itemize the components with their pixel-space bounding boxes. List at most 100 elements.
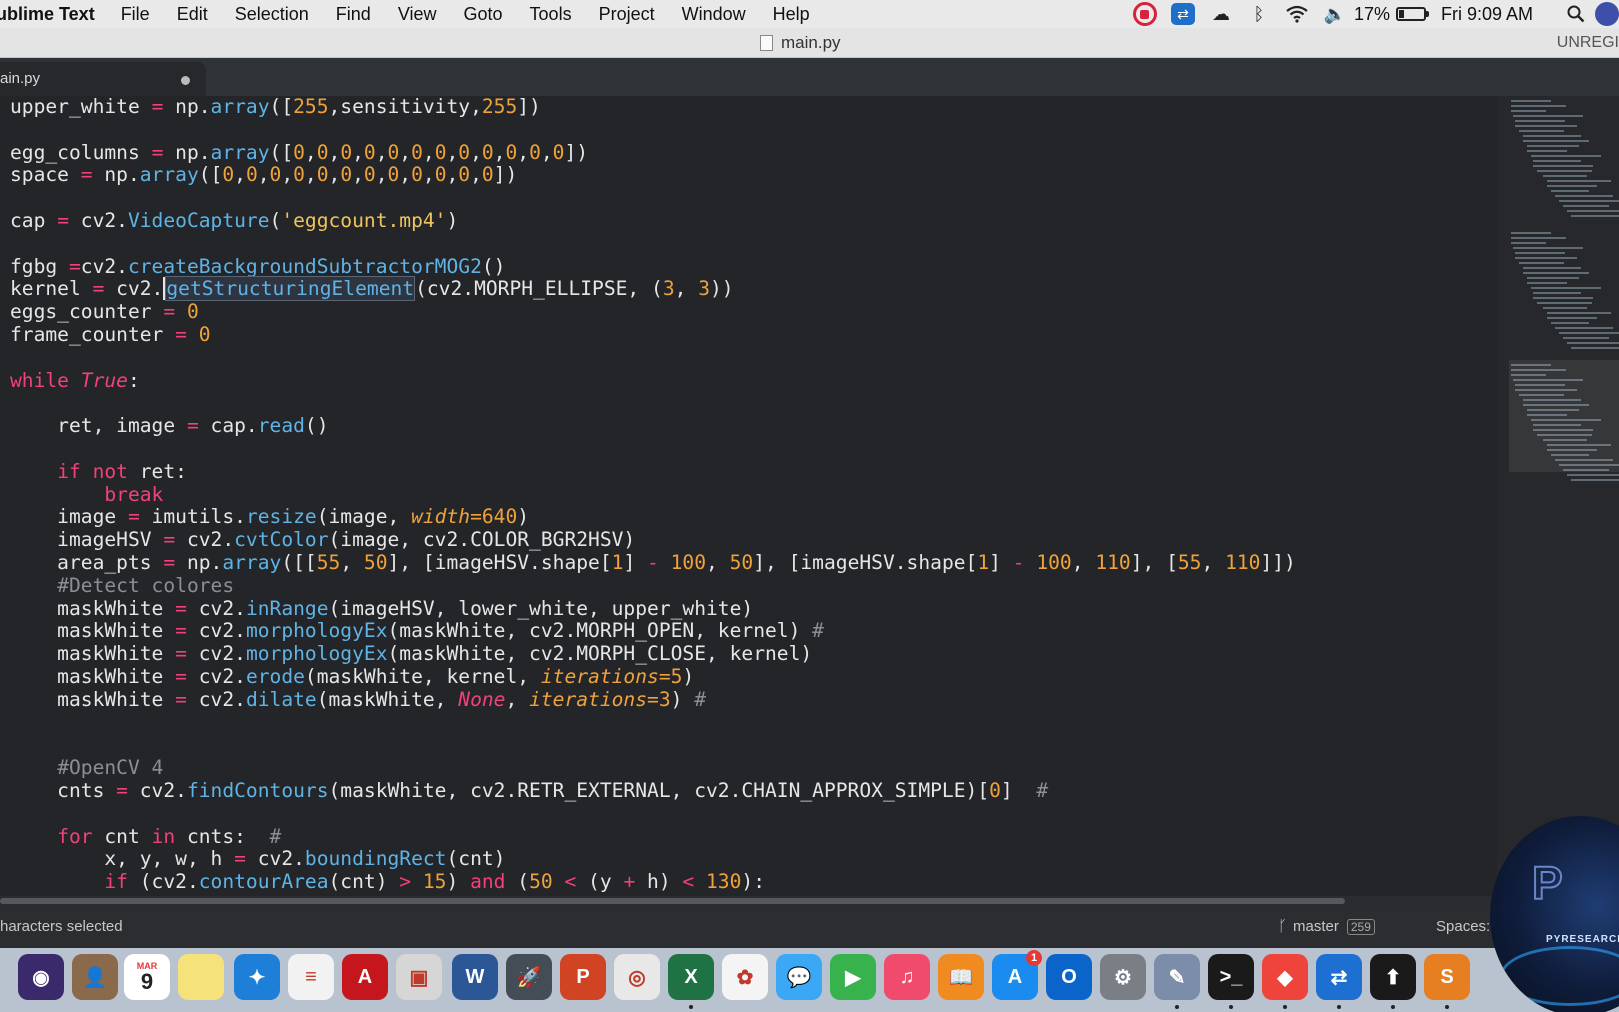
code-line[interactable] (10, 119, 1296, 142)
horizontal-scrollbar[interactable] (0, 896, 1497, 906)
scrollbar-thumb[interactable] (0, 898, 1345, 904)
terminal-dock-icon[interactable]: >_ (1208, 954, 1254, 1000)
battery-icon[interactable]: 17% (1354, 4, 1429, 25)
menu-goto[interactable]: Goto (464, 4, 503, 25)
messages-dock-icon[interactable]: 💬 (776, 954, 822, 1000)
contacts-dock-icon[interactable]: 👤 (72, 954, 118, 1000)
code-line[interactable]: maskWhite = cv2.morphologyEx(maskWhite, … (10, 642, 1296, 666)
minimap-line (1511, 242, 1546, 244)
code-line[interactable]: imageHSV = cv2.cvtColor(image, cv2.COLOR… (10, 528, 1296, 552)
code-line[interactable]: x, y, w, h = cv2.boundingRect(cnt) (10, 847, 1296, 871)
word-dock-icon[interactable]: W (452, 954, 498, 1000)
code-line[interactable] (10, 803, 1296, 826)
code-line[interactable]: maskWhite = cv2.erode(maskWhite, kernel,… (10, 665, 1296, 689)
code-line[interactable]: cnts = cv2.findContours(maskWhite, cv2.R… (10, 779, 1296, 803)
code-line[interactable]: frame_counter = 0 (10, 323, 1296, 347)
system-preferences-dock-icon[interactable]: ⚙ (1100, 954, 1146, 1000)
git-branch[interactable]: ᚴ master 259 (1278, 918, 1375, 935)
app-store-dock-icon[interactable]: A1 (992, 950, 1042, 1000)
code-line[interactable]: area_pts = np.array([[55, 50], [imageHSV… (10, 551, 1296, 575)
tab-main-py[interactable]: ain.py (0, 62, 206, 96)
code-line[interactable] (10, 347, 1296, 370)
code-line[interactable]: fgbg =cv2.createBackgroundSubtractorMOG2… (10, 255, 1296, 279)
chrome-dock-icon[interactable]: ◎ (614, 954, 660, 1000)
code-line[interactable]: break (10, 483, 1296, 507)
minimap-line (1537, 170, 1592, 172)
teamviewer-icon[interactable]: ⇄ (1170, 3, 1196, 25)
xcode-preview-dock-icon[interactable]: ✎ (1154, 954, 1200, 1000)
window-title-bar: main.py UNREGI (0, 28, 1619, 58)
unsaved-dot-icon[interactable] (181, 76, 190, 85)
menu-window[interactable]: Window (682, 4, 746, 25)
safari-dock-icon[interactable]: ✦ (234, 954, 280, 1000)
wifi-icon[interactable] (1284, 3, 1310, 25)
code-line[interactable]: image = imutils.resize(image, width=640) (10, 505, 1296, 529)
menu-selection[interactable]: Selection (235, 4, 309, 25)
teamviewer-dock-icon[interactable]: ⇄ (1316, 954, 1362, 1000)
minimap-line (1513, 115, 1583, 117)
tab-bar: ain.py (0, 58, 1619, 96)
code-editor[interactable]: upper_white = np.array([255,sensitivity,… (0, 96, 1497, 896)
menu-project[interactable]: Project (599, 4, 655, 25)
menu-view[interactable]: View (398, 4, 437, 25)
volume-icon[interactable]: 🔈 (1322, 3, 1348, 25)
facetime-dock-icon[interactable]: ▶ (830, 954, 876, 1000)
minimap-viewport[interactable] (1509, 360, 1619, 472)
record-icon[interactable] (1132, 2, 1158, 26)
code-line[interactable] (10, 233, 1296, 256)
code-line[interactable]: #OpenCV 4 (10, 756, 1296, 780)
code-line[interactable] (10, 438, 1296, 461)
acrobat-dock-icon[interactable]: A (342, 954, 388, 1000)
pycharm-dock-icon[interactable]: ⬆ (1370, 954, 1416, 1000)
code-line[interactable]: #Detect colores (10, 574, 1296, 598)
bluetooth-icon[interactable]: ᛒ (1246, 3, 1272, 25)
code-line[interactable]: cap = cv2.VideoCapture('eggcount.mp4') (10, 209, 1296, 233)
code-line[interactable]: upper_white = np.array([255,sensitivity,… (10, 96, 1296, 119)
creative-cloud-icon[interactable]: ☁ (1208, 3, 1234, 25)
code-line[interactable] (10, 187, 1296, 210)
battery-percent: 17% (1353, 3, 1390, 24)
clock[interactable]: Fri 9:09 AM (1441, 4, 1533, 25)
code-line[interactable]: space = np.array([0,0,0,0,0,0,0,0,0,0,0,… (10, 163, 1296, 187)
code-line[interactable]: maskWhite = cv2.inRange(imageHSV, lower_… (10, 597, 1296, 621)
music-dock-icon[interactable]: ♫ (884, 954, 930, 1000)
code-line[interactable]: eggs_counter = 0 (10, 300, 1296, 324)
menu-help[interactable]: Help (773, 4, 810, 25)
anydesk-dock-icon[interactable]: ◆ (1262, 954, 1308, 1000)
search-icon[interactable] (1563, 3, 1589, 25)
indentation-setting[interactable]: Spaces: (1436, 918, 1490, 935)
menu-tools[interactable]: Tools (530, 4, 572, 25)
code-line[interactable]: if (cv2.contourArea(cnt) > 15) and (50 <… (10, 870, 1296, 894)
notes-dock-icon[interactable] (178, 954, 224, 1000)
code-line[interactable] (10, 712, 1296, 735)
launchpad-dock-icon[interactable]: 🚀 (506, 954, 552, 1000)
code-content[interactable]: upper_white = np.array([255,sensitivity,… (10, 96, 1296, 894)
code-line[interactable] (10, 734, 1296, 757)
photos-dock-icon[interactable]: ✿ (722, 954, 768, 1000)
menu-find[interactable]: Find (336, 4, 371, 25)
menu-file[interactable]: File (121, 4, 150, 25)
calendar-dock-icon[interactable]: MAR 9 (124, 954, 170, 1000)
excel-dock-icon[interactable]: X (668, 954, 714, 1000)
code-line[interactable]: while True: (10, 369, 1296, 393)
code-line[interactable]: egg_columns = np.array([0,0,0,0,0,0,0,0,… (10, 141, 1296, 165)
preview-dock-icon[interactable]: ▣ (396, 954, 442, 1000)
code-line[interactable]: maskWhite = cv2.morphologyEx(maskWhite, … (10, 619, 1296, 643)
code-line[interactable]: ret, image = cap.read() (10, 414, 1296, 438)
sublime-text-dock-icon[interactable]: S (1424, 954, 1470, 1000)
app-menu[interactable]: ublime Text (0, 4, 95, 25)
reminders-dock-icon[interactable]: ≡ (288, 954, 334, 1000)
powerpoint-dock-icon[interactable]: P (560, 954, 606, 1000)
running-indicator (1229, 1005, 1233, 1009)
books-dock-icon[interactable]: 📖 (938, 954, 984, 1000)
minimap[interactable] (1497, 96, 1619, 896)
outlook-dock-icon[interactable]: O (1046, 954, 1092, 1000)
menu-edit[interactable]: Edit (177, 4, 208, 25)
code-line[interactable]: maskWhite = cv2.dilate(maskWhite, None, … (10, 688, 1296, 712)
code-line[interactable]: kernel = cv2. getStructuringElement(cv2.M… (10, 276, 1296, 302)
avatar-icon[interactable] (1595, 2, 1619, 26)
code-line[interactable] (10, 392, 1296, 415)
code-line[interactable]: if not ret: (10, 460, 1296, 484)
code-line[interactable]: for cnt in cnts: # (10, 825, 1296, 849)
siri-dock-icon[interactable]: ◉ (18, 954, 64, 1000)
